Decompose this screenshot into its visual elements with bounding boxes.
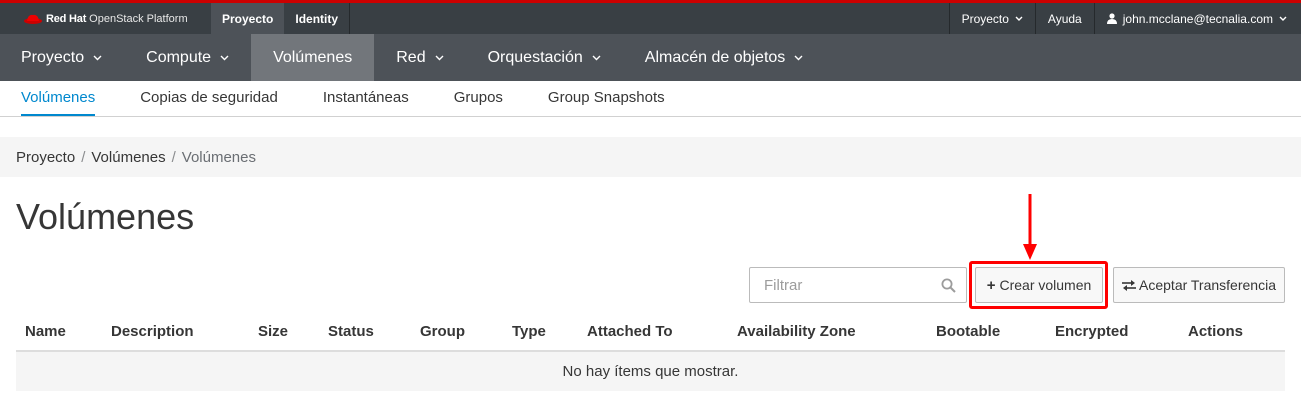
breadcrumb-current: Volúmenes [181, 148, 256, 166]
create-volume-button[interactable]: + Crear volumen [975, 267, 1103, 303]
nav-label: Almacén de objetos [644, 48, 786, 66]
nav-compute[interactable]: Compute [124, 34, 251, 81]
subnav-instantaneas[interactable]: Instantáneas [323, 81, 409, 116]
annotation-arrow [1023, 194, 1037, 260]
user-menu[interactable]: john.mcclane@tecnalia.com [1093, 3, 1301, 34]
breadcrumb-separator: / [171, 148, 176, 166]
column-header-bootable[interactable]: Bootable [936, 323, 1000, 340]
chevron-down-icon [435, 55, 444, 60]
nav-volumenes[interactable]: Volúmenes [251, 34, 375, 81]
column-header-name[interactable]: Name [25, 323, 66, 340]
column-header-status[interactable]: Status [328, 323, 374, 340]
nav-orquestacion[interactable]: Orquestación [466, 34, 623, 81]
brand-product: OpenStack Platform [89, 12, 188, 25]
filter-box [749, 267, 967, 303]
breadcrumb: Proyecto / Volúmenes / Volúmenes [0, 137, 1301, 177]
column-header-type[interactable]: Type [512, 323, 546, 340]
volumes-table: Name Description Size Status Group Type … [16, 312, 1285, 391]
brand-logo[interactable]: Red Hat OpenStack Platform [0, 3, 211, 34]
chevron-down-icon [794, 55, 803, 60]
nav-label: Proyecto [21, 48, 85, 66]
breadcrumb-proyecto[interactable]: Proyecto [16, 149, 75, 166]
exchange-icon [1122, 279, 1137, 291]
subnav-volumenes[interactable]: Volúmenes [21, 81, 96, 116]
nav-almacen-objetos[interactable]: Almacén de objetos [623, 34, 826, 81]
top-bar: Red Hat OpenStack Platform Proyecto Iden… [0, 0, 1301, 34]
empty-table-message: No hay ítems que mostrar. [16, 352, 1285, 391]
subnav-grupos[interactable]: Grupos [454, 81, 503, 116]
nav-label: Red [396, 48, 426, 66]
column-header-availability-zone[interactable]: Availability Zone [737, 323, 856, 340]
chevron-down-icon [1279, 16, 1287, 21]
plus-icon: + [986, 276, 996, 294]
project-menu[interactable]: Proyecto [948, 3, 1035, 34]
nav-label: Orquestación [487, 48, 583, 66]
sub-nav: Volúmenes Copias de seguridad Instantáne… [0, 81, 1301, 117]
page-title: Volúmenes [16, 196, 195, 237]
nav-red[interactable]: Red [374, 34, 465, 81]
breadcrumb-volumenes[interactable]: Volúmenes [91, 149, 165, 166]
top-tab-identity[interactable]: Identity [284, 3, 351, 34]
help-link[interactable]: Ayuda [1034, 3, 1094, 34]
brand-name: Red Hat [46, 12, 87, 25]
column-header-actions: Actions [1188, 323, 1244, 340]
column-header-description[interactable]: Description [111, 323, 194, 340]
create-volume-label: Crear volumen [999, 277, 1092, 293]
subnav-group-snapshots[interactable]: Group Snapshots [548, 81, 665, 116]
nav-label: Compute [146, 48, 212, 66]
nav-proyecto[interactable]: Proyecto [0, 34, 124, 81]
subnav-copias-seguridad[interactable]: Copias de seguridad [140, 81, 278, 116]
accept-transfer-label: Aceptar Transferencia [1139, 277, 1276, 293]
user-icon [1106, 13, 1117, 24]
chevron-down-icon [93, 55, 102, 60]
nav-label: Volúmenes [273, 48, 353, 66]
column-header-group[interactable]: Group [420, 323, 465, 340]
accept-transfer-button[interactable]: Aceptar Transferencia [1113, 267, 1285, 303]
user-name: john.mcclane@tecnalia.com [1122, 11, 1273, 26]
top-tab-proyecto[interactable]: Proyecto [211, 3, 285, 34]
filter-input[interactable] [750, 268, 930, 302]
search-icon[interactable] [941, 278, 956, 293]
project-menu-label: Proyecto [961, 11, 1009, 26]
chevron-down-icon [592, 55, 601, 60]
table-header: Name Description Size Status Group Type … [16, 312, 1285, 352]
chevron-down-icon [220, 55, 229, 60]
column-header-attached-to[interactable]: Attached To [587, 323, 673, 340]
breadcrumb-separator: / [81, 148, 86, 166]
column-header-encrypted[interactable]: Encrypted [1055, 323, 1128, 340]
redhat-icon [24, 14, 42, 24]
chevron-down-icon [1015, 16, 1023, 21]
column-header-size[interactable]: Size [258, 323, 288, 340]
main-nav: Proyecto Compute Volúmenes Red Orquestac… [0, 34, 1301, 81]
